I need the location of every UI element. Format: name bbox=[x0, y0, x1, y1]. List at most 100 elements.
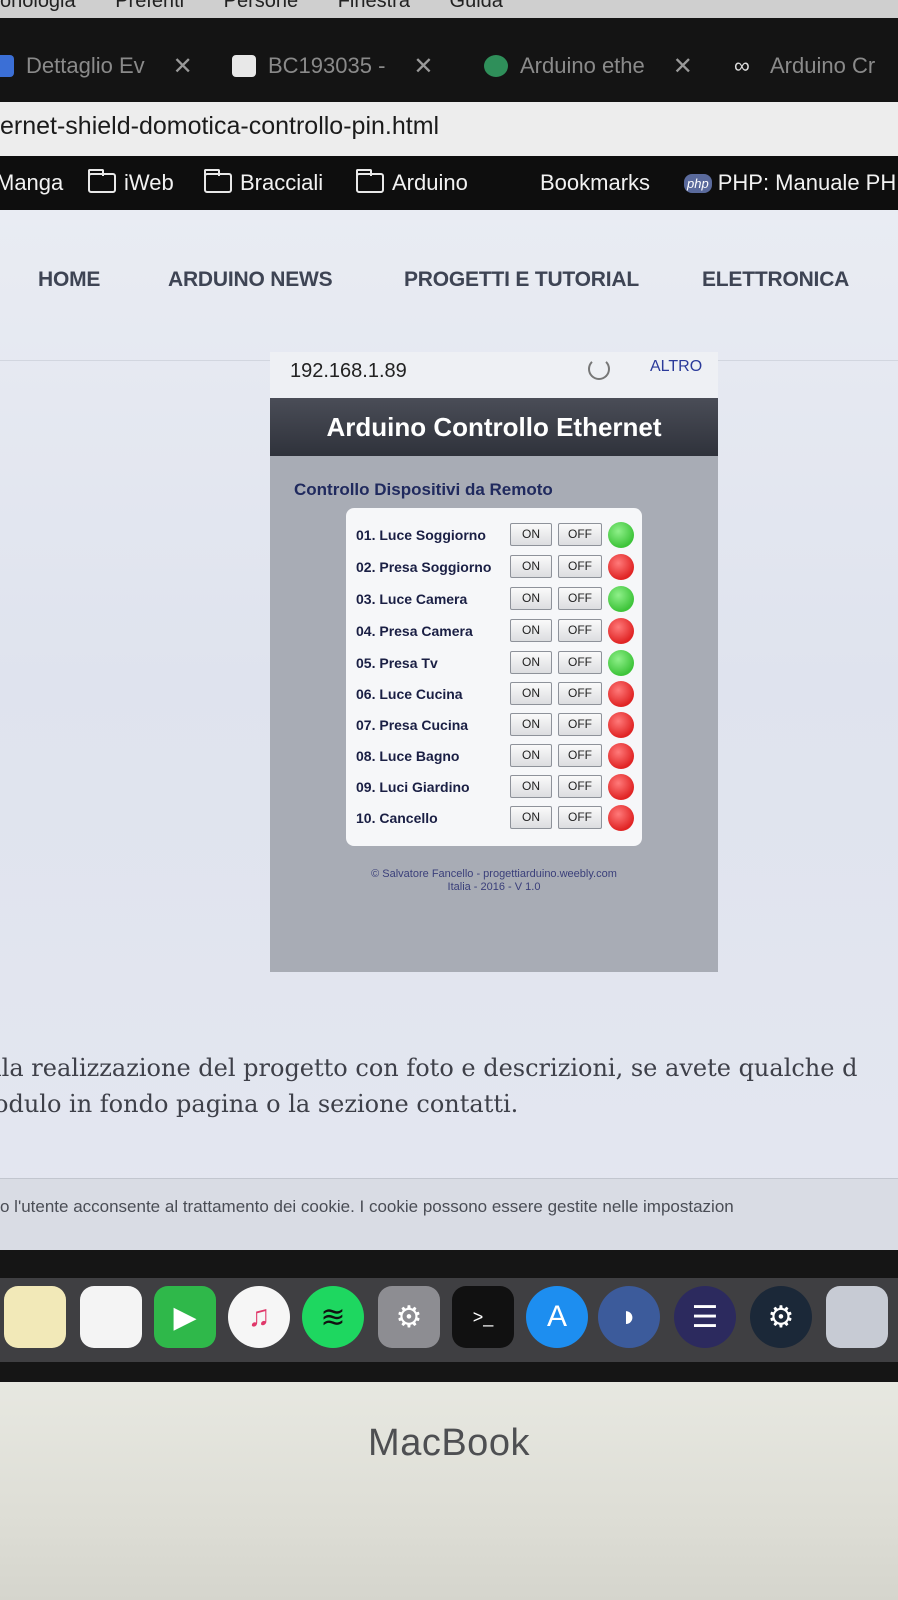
folder-icon bbox=[88, 169, 116, 193]
off-button: OFF bbox=[558, 523, 602, 546]
dock: ▶ ♫ ≋ ⚙ >_ A ◗ ☰ ⚙ bbox=[0, 1278, 898, 1362]
cookie-banner: o l'utente acconsente al trattamento dei… bbox=[0, 1178, 898, 1250]
bookmark-arduino[interactable]: Arduino bbox=[356, 169, 468, 196]
phone-address-bar: 192.168.1.89 ALTRO bbox=[270, 352, 718, 398]
bookmark-iweb[interactable]: iWeb bbox=[88, 169, 174, 196]
menu-item-finestra[interactable]: Finestra bbox=[338, 0, 410, 13]
device-panel: 01. Luce Soggiorno ON OFF 02. Presa Sogg… bbox=[346, 508, 642, 846]
nav-elettronica[interactable]: ELETTRONICA bbox=[702, 268, 849, 292]
bookmark-label: Arduino bbox=[392, 170, 468, 195]
tab-arduino-ethernet[interactable]: Arduino ethe ✕ bbox=[484, 46, 693, 86]
device-name: 10. Cancello bbox=[356, 810, 438, 826]
arduino-icon bbox=[484, 55, 508, 77]
close-icon[interactable]: ✕ bbox=[413, 52, 433, 81]
steam-icon[interactable]: ⚙ bbox=[750, 1286, 812, 1348]
folder-icon bbox=[356, 169, 384, 193]
credit-line: Italia - 2016 - V 1.0 bbox=[447, 881, 541, 893]
system-preferences-icon[interactable]: ⚙ bbox=[378, 1286, 440, 1348]
on-button: ON bbox=[510, 682, 552, 705]
device-name: 04. Presa Camera bbox=[356, 623, 473, 639]
altro-link: ALTRO bbox=[650, 358, 703, 375]
device-name: 06. Luce Cucina bbox=[356, 686, 463, 702]
status-led bbox=[608, 712, 634, 738]
device-row: 02. Presa Soggiorno ON OFF bbox=[346, 552, 642, 582]
url-text: ernet-shield-domotica-controllo-pin.html bbox=[0, 112, 440, 140]
device-name: 03. Luce Camera bbox=[356, 591, 468, 607]
menu-item-preferiti[interactable]: Preferiti bbox=[115, 0, 184, 13]
app-store-icon[interactable]: A bbox=[526, 1286, 588, 1348]
wireshark-icon[interactable]: ◗ bbox=[598, 1286, 660, 1348]
device-row: 09. Luci Giardino ON OFF bbox=[346, 772, 642, 802]
site-nav: HOME ARDUINO NEWS PROGETTI E TUTORIAL EL… bbox=[0, 268, 898, 308]
status-led bbox=[608, 522, 634, 548]
on-button: ON bbox=[510, 587, 552, 610]
on-button: ON bbox=[510, 651, 552, 674]
status-led bbox=[608, 586, 634, 612]
status-led bbox=[608, 681, 634, 707]
tab-dettaglio[interactable]: Dettaglio Ev ✕ bbox=[0, 46, 193, 86]
cookie-text: o l'utente acconsente al trattamento dei… bbox=[0, 1197, 734, 1216]
bookmark-php-manual[interactable]: php PHP: Manuale PH bbox=[684, 170, 896, 196]
folder-icon bbox=[204, 169, 232, 193]
menu-item-cronologia[interactable]: onologia bbox=[0, 0, 76, 13]
device-row: 01. Luce Soggiorno ON OFF bbox=[346, 520, 642, 550]
tab-bc193035[interactable]: BC193035 - ✕ bbox=[232, 46, 434, 86]
bookmark-manga[interactable]: Manga bbox=[0, 170, 63, 196]
bookmark-bookmarks[interactable]: Bookmarks bbox=[540, 170, 650, 196]
device-name: 05. Presa Tv bbox=[356, 655, 438, 671]
menu-bar: onologia Preferiti Persone Finestra Guid… bbox=[0, 0, 898, 18]
close-icon[interactable]: ✕ bbox=[173, 52, 193, 81]
itunes-icon[interactable]: ♫ bbox=[228, 1286, 290, 1348]
on-button: ON bbox=[510, 619, 552, 642]
menu-item-persone[interactable]: Persone bbox=[224, 0, 299, 13]
nav-progetti-tutorial[interactable]: PROGETTI E TUTORIAL bbox=[404, 268, 639, 292]
facetime-icon[interactable]: ▶ bbox=[154, 1286, 216, 1348]
status-led bbox=[608, 618, 634, 644]
device-name: 02. Presa Soggiorno bbox=[356, 559, 492, 575]
status-led bbox=[608, 743, 634, 769]
off-button: OFF bbox=[558, 744, 602, 767]
reminders-icon[interactable] bbox=[80, 1286, 142, 1348]
bookmark-label: Bookmarks bbox=[540, 170, 651, 195]
device-name: 07. Presa Cucina bbox=[356, 717, 469, 733]
bookmark-label: iWeb bbox=[124, 170, 174, 195]
bookmarks-bar: Manga iWeb Bracciali Arduino Bookmarks p… bbox=[0, 156, 898, 210]
address-bar[interactable]: ernet-shield-domotica-controllo-pin.html bbox=[0, 102, 898, 156]
tab-title: BC193035 - bbox=[268, 53, 386, 78]
reload-icon bbox=[588, 358, 610, 380]
device-row: 10. Cancello ON OFF bbox=[346, 803, 642, 833]
terminal-icon[interactable]: >_ bbox=[452, 1286, 514, 1348]
off-button: OFF bbox=[558, 806, 602, 829]
off-button: OFF bbox=[558, 619, 602, 642]
bookmark-bracciali[interactable]: Bracciali bbox=[204, 169, 324, 196]
device-name: 09. Luci Giardino bbox=[356, 779, 470, 795]
bookmark-label: Bracciali bbox=[240, 170, 324, 195]
app-title: Arduino Controllo Ethernet bbox=[270, 398, 718, 456]
menu-item-guida[interactable]: Guida bbox=[450, 0, 503, 13]
device-row: 03. Luce Camera ON OFF bbox=[346, 584, 642, 614]
status-led bbox=[608, 650, 634, 676]
off-button: OFF bbox=[558, 651, 602, 674]
device-row: 04. Presa Camera ON OFF bbox=[346, 616, 642, 646]
status-led bbox=[608, 774, 634, 800]
nav-arduino-news[interactable]: ARDUINO NEWS bbox=[168, 268, 333, 292]
tab-arduino-cr[interactable]: ∞ Arduino Cr bbox=[734, 46, 875, 86]
close-icon[interactable]: ✕ bbox=[673, 52, 693, 81]
eclipse-icon[interactable]: ☰ bbox=[674, 1286, 736, 1348]
tab-bar: Dettaglio Ev ✕ BC193035 - ✕ Arduino ethe… bbox=[0, 18, 898, 102]
preview-icon[interactable] bbox=[826, 1286, 888, 1348]
device-row: 06. Luce Cucina ON OFF bbox=[346, 679, 642, 709]
notes-icon[interactable] bbox=[4, 1286, 66, 1348]
app-screenshot: 192.168.1.89 ALTRO Arduino Controllo Eth… bbox=[270, 352, 718, 972]
device-row: 05. Presa Tv ON OFF bbox=[346, 648, 642, 678]
nav-home[interactable]: HOME bbox=[38, 268, 100, 292]
tab-title: Arduino ethe bbox=[520, 53, 645, 78]
device-name: 01. Luce Soggiorno bbox=[356, 527, 486, 543]
on-button: ON bbox=[510, 523, 552, 546]
spotify-icon[interactable]: ≋ bbox=[302, 1286, 364, 1348]
off-button: OFF bbox=[558, 587, 602, 610]
app-credit: © Salvatore Fancello - progettiarduino.w… bbox=[270, 868, 718, 894]
on-button: ON bbox=[510, 775, 552, 798]
article-paragraph: lla realizzazione del progetto con foto … bbox=[0, 1050, 898, 1122]
off-button: OFF bbox=[558, 775, 602, 798]
